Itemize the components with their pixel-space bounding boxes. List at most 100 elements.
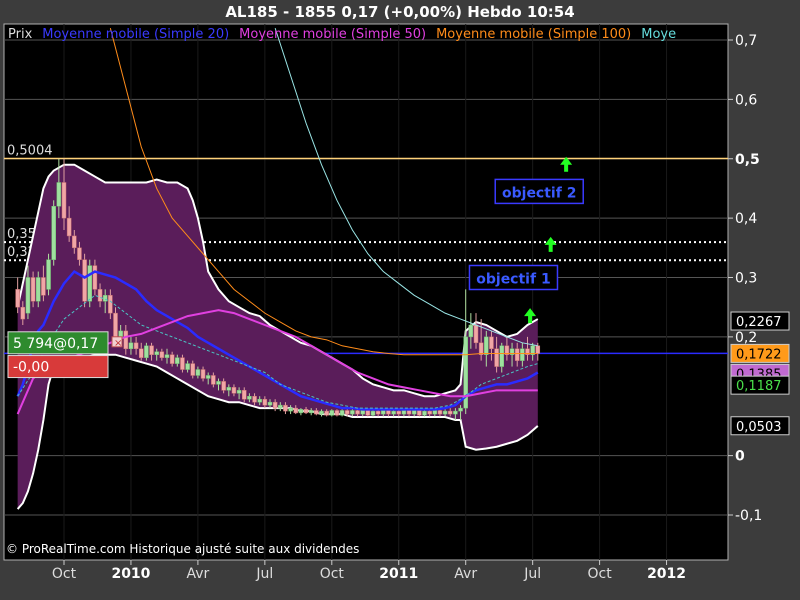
- x-tick-label: 2012: [647, 566, 686, 582]
- candle-body: [314, 410, 319, 415]
- candle-body: [216, 381, 221, 385]
- candle-body: [442, 410, 448, 415]
- candle-body: [288, 407, 293, 412]
- candle-body: [61, 182, 67, 219]
- candle-body: [169, 354, 175, 364]
- x-tick-label: Oct: [587, 566, 612, 582]
- candle-body: [401, 410, 407, 415]
- candle-body: [236, 390, 242, 394]
- candle-body: [411, 410, 417, 415]
- candle-body: [535, 345, 541, 354]
- candle-body: [262, 398, 268, 406]
- price-tag-label: 0,0503: [736, 420, 782, 435]
- candle-body: [375, 410, 381, 415]
- candle-body: [437, 410, 443, 415]
- x-tick-label: 2010: [111, 566, 150, 582]
- candle-body: [427, 410, 432, 415]
- candle-body: [30, 277, 36, 302]
- cursor-tag-label: 5 794@0,17: [13, 336, 98, 352]
- candle-body: [108, 295, 113, 314]
- candle-body: [396, 410, 401, 415]
- candle-body: [257, 398, 262, 403]
- legend-item: Prix: [8, 27, 33, 42]
- legend-item: Moyenne mobile (Simple 20): [42, 27, 229, 42]
- legend: Prix Moyenne mobile (Simple 20) Moyenne mo…: [8, 27, 676, 42]
- candle-body: [180, 357, 185, 370]
- candle-body: [144, 345, 149, 358]
- y-tick-label: 0,2: [735, 330, 757, 346]
- candle-body: [514, 348, 520, 361]
- legend-item: Moyenne mobile (Simple 50): [239, 27, 426, 42]
- price-tag-label: 0,1722: [736, 347, 782, 362]
- candle-body: [339, 410, 345, 416]
- close-icon-glyph: ×: [114, 338, 122, 349]
- candle-body: [308, 410, 314, 414]
- candle-body: [46, 259, 51, 290]
- x-tick-label: Oct: [52, 566, 77, 582]
- copyright-text: © ProRealTime.com Historique ajusté suit…: [6, 542, 359, 556]
- candle-body: [484, 336, 489, 355]
- candle-body: [195, 369, 201, 376]
- candle-body: [432, 410, 438, 415]
- candle-body: [458, 407, 463, 412]
- candle-body: [15, 289, 20, 308]
- candle-body: [164, 354, 170, 358]
- candle-body: [226, 387, 232, 391]
- candle-body: [36, 277, 41, 302]
- candle-body: [159, 351, 165, 358]
- candle-body: [272, 401, 278, 409]
- candle-body: [499, 345, 504, 367]
- price-chart[interactable]: 0,50040,35950,3291 objectif 2objectif 1 …: [0, 0, 800, 600]
- candle-body: [283, 404, 288, 412]
- candle-body: [97, 289, 103, 302]
- candle-body: [360, 410, 365, 415]
- candle-body: [56, 182, 62, 207]
- candle-body: [242, 390, 247, 400]
- objective-label: objectif 1: [476, 272, 550, 288]
- candle-body: [247, 396, 252, 400]
- candle-body: [118, 330, 123, 338]
- candle-body: [92, 265, 98, 290]
- x-tick-label: Avr: [186, 566, 209, 582]
- cursor-tag-label: -0,00: [13, 360, 49, 376]
- candle-body: [66, 217, 72, 237]
- candle-body: [175, 357, 180, 364]
- x-tick-label: Avr: [454, 566, 477, 582]
- candle-body: [448, 410, 453, 415]
- candle-body: [350, 410, 355, 415]
- price-tag-label: 0,1187: [736, 379, 782, 394]
- candle-body: [478, 342, 484, 355]
- candle-body: [473, 324, 479, 344]
- y-tick-label: 0,5: [735, 152, 760, 168]
- legend-item: Moye: [641, 27, 676, 42]
- candle-body: [324, 410, 329, 416]
- y-tick-label: 0,7: [735, 33, 757, 49]
- candle-body: [468, 324, 474, 338]
- candle-body: [211, 375, 216, 385]
- y-tick-label: -0,1: [735, 508, 762, 524]
- candle-body: [453, 410, 458, 415]
- y-tick-label: 0,6: [735, 92, 757, 108]
- candle-body: [139, 348, 144, 358]
- candle-body: [520, 348, 525, 361]
- candle-body: [365, 410, 371, 416]
- candle-body: [494, 348, 499, 367]
- candle-body: [319, 410, 324, 415]
- candle-body: [128, 342, 134, 349]
- x-tick-label: Jul: [523, 566, 541, 582]
- candle-body: [231, 387, 237, 394]
- candle-body: [293, 407, 298, 414]
- level-label: 0,5004: [7, 144, 53, 159]
- candle-body: [77, 247, 82, 260]
- candle-body: [82, 259, 87, 302]
- price-tag-label: 0,2267: [736, 315, 782, 330]
- legend-item: Moyenne mobile (Simple 100): [436, 27, 631, 42]
- candle-body: [113, 312, 118, 338]
- price-tags: 0,22670,17220,13850,11870,0503: [730, 311, 790, 436]
- candle-body: [386, 410, 391, 415]
- candle-body: [406, 410, 412, 415]
- candle-body: [200, 369, 206, 379]
- candle-body: [334, 410, 340, 416]
- candle-body: [391, 410, 396, 415]
- candle-body: [267, 401, 273, 406]
